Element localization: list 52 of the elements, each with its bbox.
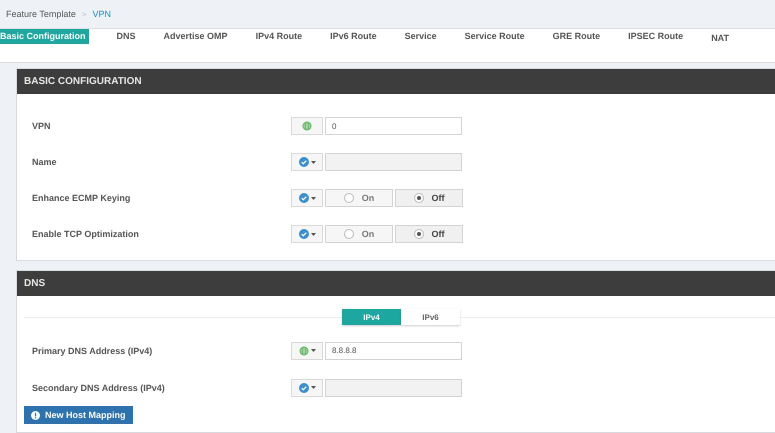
breadcrumb-item[interactable]: Feature Template (6, 9, 76, 19)
radio-option[interactable]: Off (395, 225, 463, 243)
tab[interactable]: Service (404, 29, 437, 44)
radio-icon[interactable] (414, 193, 424, 203)
scope-selector[interactable] (291, 189, 323, 207)
scope-selector[interactable] (291, 153, 323, 171)
globe-icon (302, 121, 312, 131)
radio-icon[interactable] (414, 229, 424, 239)
tab[interactable]: GRE Route (552, 29, 600, 44)
radio-option[interactable]: Off (395, 189, 463, 207)
field-label: Enhance ECMP Keying (32, 193, 132, 203)
section-header: DNS (17, 271, 775, 296)
check-circle-icon (298, 157, 308, 167)
tab[interactable]: IPv4 Route (256, 29, 302, 44)
breadcrumb-separator: > (82, 10, 87, 18)
check-circle-icon (298, 193, 308, 203)
input-field[interactable] (325, 378, 462, 396)
caret-icon (310, 349, 316, 352)
check-circle-icon (298, 229, 308, 239)
field-label: Secondary DNS Address (IPv4) (32, 382, 166, 392)
info-icon (31, 410, 40, 420)
scope-selector[interactable] (291, 225, 323, 243)
input-field[interactable] (325, 153, 462, 171)
caret-icon (310, 386, 316, 389)
radio-icon[interactable] (344, 193, 354, 203)
radio-option[interactable]: On (325, 225, 393, 243)
tab[interactable]: Service Route (464, 29, 525, 44)
field-label: Name (32, 157, 58, 167)
input-field[interactable]: 0 (325, 117, 462, 135)
scope-selector[interactable] (291, 342, 323, 360)
section-header: BASIC CONFIGURATION (17, 69, 775, 94)
caret-icon (310, 196, 316, 200)
new-host-mapping-button[interactable]: New Host Mapping (24, 406, 132, 424)
check-circle-icon (298, 382, 308, 392)
tab[interactable]: Advertise OMP (164, 29, 228, 44)
breadcrumb-item: VPN (92, 9, 112, 19)
field-label: Primary DNS Address (IPv4) (32, 346, 154, 356)
field-label: VPN (32, 121, 52, 131)
tab[interactable]: NAT (711, 31, 730, 46)
tab[interactable]: IPSEC Route (628, 29, 684, 44)
scope-selector[interactable] (291, 117, 323, 135)
scope-selector[interactable] (291, 378, 323, 396)
input-field[interactable]: 8.8.8.8 (325, 342, 462, 360)
tab[interactable]: DNS (116, 29, 136, 44)
globe-icon (298, 346, 308, 356)
radio-icon[interactable] (344, 229, 354, 239)
tab[interactable]: IPv6 Route (330, 29, 377, 44)
caret-icon (310, 160, 316, 164)
field-label: Enable TCP Optimization (32, 229, 140, 239)
segment-tab[interactable]: IPv6 (401, 309, 460, 325)
caret-icon (310, 232, 316, 236)
radio-option[interactable]: On (325, 189, 393, 207)
